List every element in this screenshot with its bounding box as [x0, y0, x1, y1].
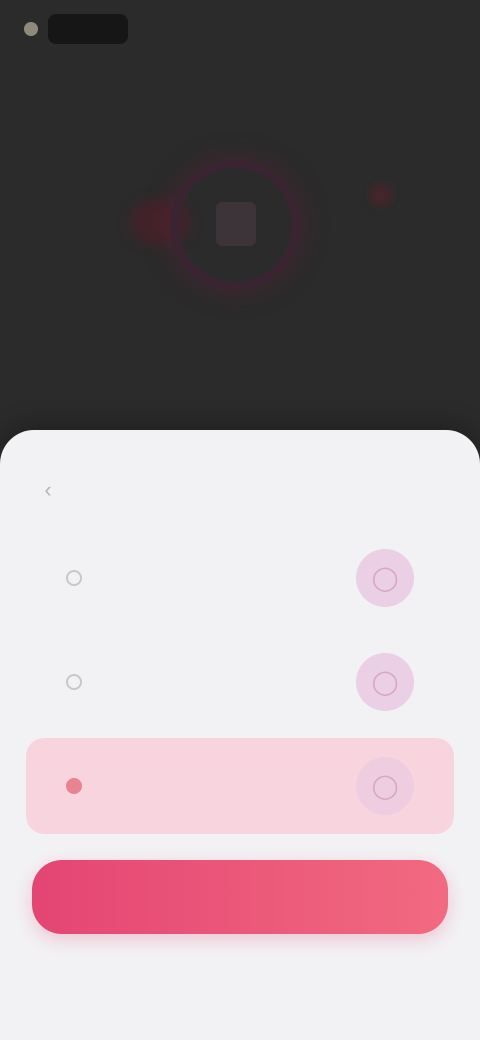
option-icon: ◯	[356, 757, 414, 815]
status-bar	[24, 14, 128, 44]
option-1[interactable]: ◯	[26, 530, 454, 626]
option-icon: ◯	[356, 653, 414, 711]
device-ring-icon	[170, 160, 300, 290]
option-text	[100, 575, 356, 581]
continue-button[interactable]	[32, 860, 448, 934]
hero-accent-right	[370, 184, 392, 206]
app-screen: ‹ ◯ ◯ ◯	[0, 0, 480, 1040]
option-3[interactable]: ◯	[26, 738, 454, 834]
device-inner-icon	[216, 202, 256, 246]
option-icon: ◯	[356, 549, 414, 607]
status-island	[48, 14, 128, 44]
sheet-header: ‹	[0, 430, 480, 540]
option-2[interactable]: ◯	[26, 634, 454, 730]
radio-icon	[66, 570, 82, 586]
radio-icon	[66, 674, 82, 690]
radio-selected-icon	[66, 778, 82, 794]
option-text	[100, 783, 356, 789]
chevron-left-icon: ‹	[44, 477, 52, 502]
option-text	[100, 679, 356, 685]
camera-dot-icon	[24, 22, 38, 36]
back-button[interactable]: ‹	[34, 476, 62, 504]
bottom-sheet: ‹ ◯ ◯ ◯	[0, 430, 480, 1040]
